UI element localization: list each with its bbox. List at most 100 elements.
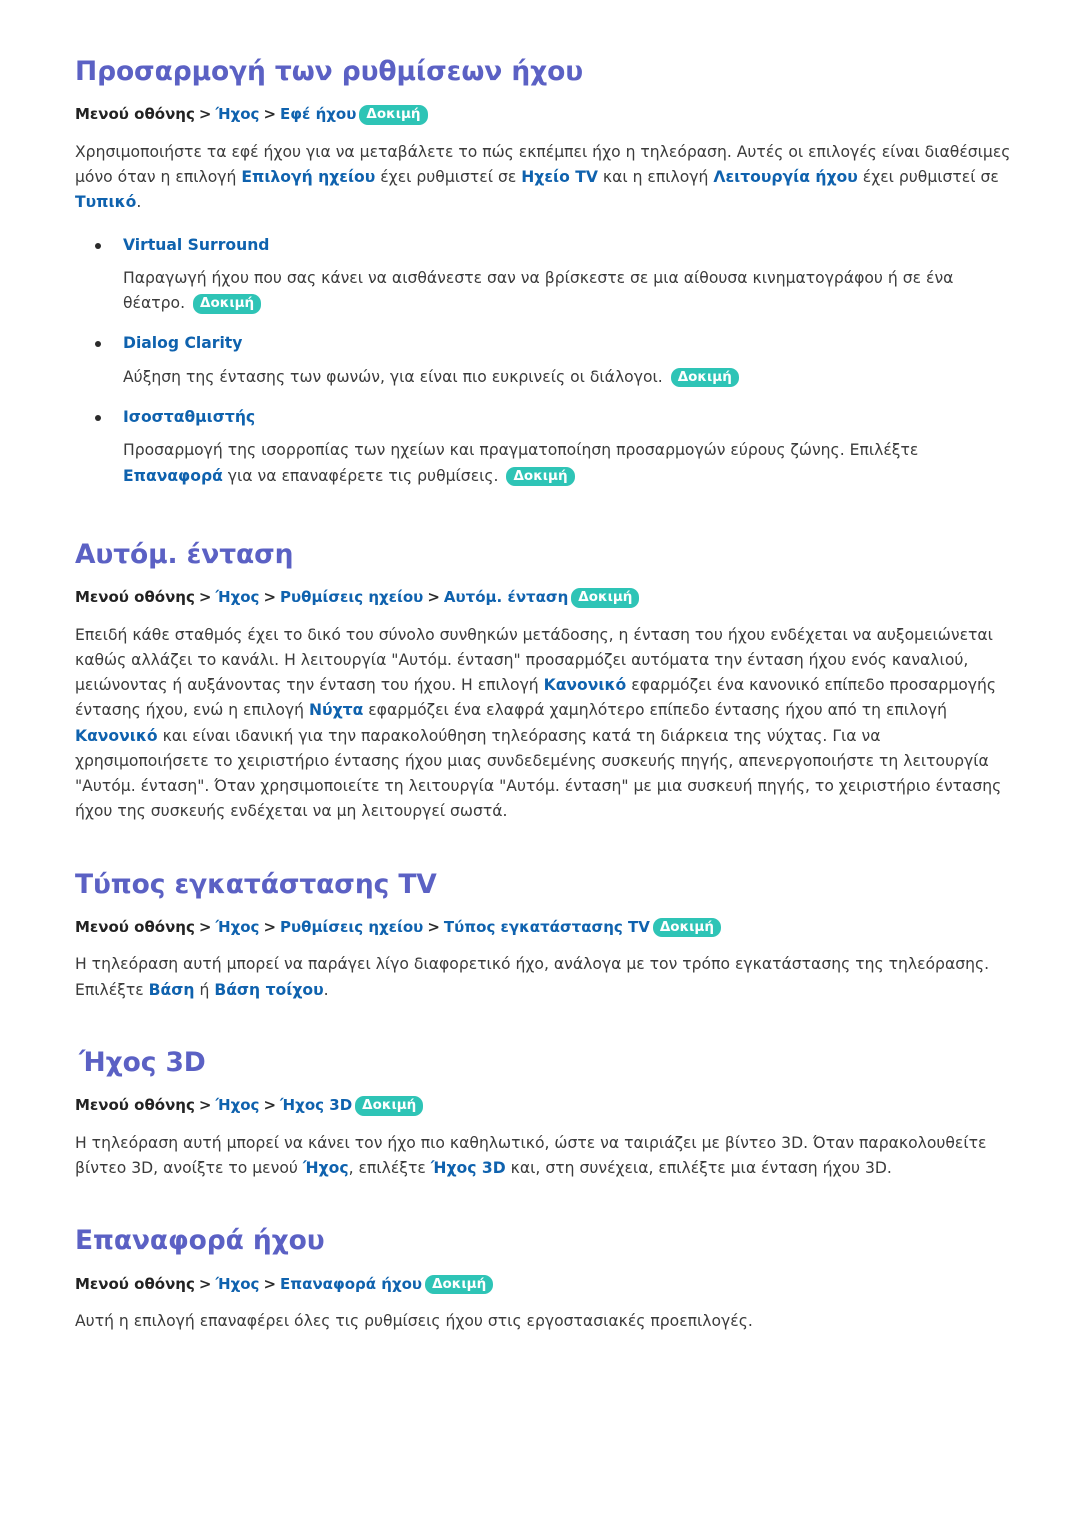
link-normal[interactable]: Κανονικό xyxy=(544,676,627,694)
bullet-label-dialog-clarity[interactable]: Dialog Clarity xyxy=(75,332,1018,355)
bullet-description: Αύξηση της έντασης των φωνών, για είναι … xyxy=(75,365,1018,390)
bullet-label-virtual-surround[interactable]: Virtual Surround xyxy=(75,234,1018,257)
try-now-badge[interactable]: Δοκιμή xyxy=(193,294,262,314)
bullet-label-text: Virtual Surround xyxy=(123,235,270,254)
bullet-dot-icon xyxy=(95,341,101,348)
try-now-badge[interactable]: Δοκιμή xyxy=(652,917,721,938)
page-title: Προσαρμογή των ρυθμίσεων ήχου xyxy=(75,56,583,87)
breadcrumb-separator-icon: > xyxy=(263,917,277,936)
breadcrumb-separator-icon: > xyxy=(263,105,277,124)
intro-paragraph: Χρησιμοποιήστε τα εφέ ήχου για να μεταβά… xyxy=(75,140,1018,216)
intro-text-3: και η επιλογή xyxy=(597,168,714,187)
breadcrumb-separator-icon: > xyxy=(198,1096,212,1115)
link-wall-mount[interactable]: Βάση τοίχου xyxy=(214,981,323,999)
bullet-dot-icon xyxy=(95,242,101,249)
body-text-1: Αυτή η επιλογή επαναφέρει όλες τις ρυθμί… xyxy=(75,1312,753,1330)
breadcrumb-sound-3d: Μενού οθόνης > Ήχος > Ήχος 3D Δοκιμή xyxy=(75,1094,1018,1117)
auto-volume-paragraph: Επειδή κάθε σταθμός έχει το δικό του σύν… xyxy=(75,623,1018,825)
bullet-description-text: Αύξηση της έντασης των φωνών, για είναι … xyxy=(123,367,668,386)
sound-effect-list: Virtual Surround Παραγωγή ήχου που σας κ… xyxy=(75,234,1018,489)
link-reset[interactable]: Επαναφορά xyxy=(123,467,223,485)
intro-text-4: έχει ρυθμιστεί σε xyxy=(857,168,999,187)
breadcrumb-root: Μενού οθόνης xyxy=(75,588,195,607)
breadcrumb-root: Μενού οθόνης xyxy=(75,105,195,124)
link-speaker-select[interactable]: Επιλογή ηχείου xyxy=(241,168,375,186)
link-tv-speaker[interactable]: Ηχείο TV xyxy=(521,168,598,186)
breadcrumb-separator-icon: > xyxy=(263,1274,277,1293)
section-auto-volume: Αυτόμ. ένταση Μενού οθόνης > Ήχος > Ρυθμίσει… xyxy=(75,539,1018,825)
link-stand[interactable]: Βάση xyxy=(149,981,195,999)
section-title-auto-volume: Αυτόμ. ένταση xyxy=(75,538,294,570)
link-sound-3d[interactable]: Ήχος 3D xyxy=(431,1159,506,1177)
sound-3d-paragraph: Η τηλεόραση αυτή μπορεί να κάνει τον ήχο… xyxy=(75,1131,1018,1182)
document-page: Προσαρμογή των ρυθμίσεων ήχου Μενού οθόν… xyxy=(0,0,1080,1527)
breadcrumb-auto-volume: Μενού οθόνης > Ήχος > Ρυθμίσεις ηχείου > Αυτόμ… xyxy=(75,586,1018,609)
link-sound-mode[interactable]: Λειτουργία ήχου xyxy=(713,168,857,186)
breadcrumb-item-sound[interactable]: Ήχος xyxy=(215,588,259,606)
bullet-label-equalizer[interactable]: Ισοσταθμιστής xyxy=(75,406,1018,429)
breadcrumb-separator-icon: > xyxy=(198,588,212,607)
breadcrumb-tv-install-type: Μενού οθόνης > Ήχος > Ρυθμίσεις ηχείου > Τύπος… xyxy=(75,916,1018,939)
breadcrumb-item-speaker-settings[interactable]: Ρυθμίσεις ηχείου xyxy=(280,588,423,606)
breadcrumb-separator-icon: > xyxy=(263,1096,277,1115)
section-title-tv-install-type: Τύπος εγκατάστασης TV xyxy=(75,868,437,900)
try-now-badge[interactable]: Δοκιμή xyxy=(425,1274,494,1294)
breadcrumb-separator-icon: > xyxy=(198,1274,212,1293)
link-sound-menu[interactable]: Ήχος xyxy=(303,1159,349,1177)
breadcrumb-item-sound-effect[interactable]: Εφέ ήχου xyxy=(280,105,356,123)
list-item: Ισοσταθμιστής Προσαρμογή της ισορροπίας … xyxy=(75,406,1018,489)
bullet-label-text: Dialog Clarity xyxy=(123,334,243,353)
section-sound-3d: Ήχος 3D Μενού οθόνης > Ήχος > Ήχος 3D Δοκιμή … xyxy=(75,1047,1018,1181)
body-text-4: και είναι ιδανική για την παρακολούθηση … xyxy=(75,726,1002,821)
breadcrumb-item-sound-reset[interactable]: Επαναφορά ήχου xyxy=(280,1275,422,1293)
breadcrumb-root: Μενού οθόνης xyxy=(75,1274,195,1293)
intro-text-5: . xyxy=(136,193,142,212)
sound-reset-paragraph: Αυτή η επιλογή επαναφέρει όλες τις ρυθμί… xyxy=(75,1309,1018,1334)
bullet-description: Προσαρμογή της ισορροπίας των ηχείων και… xyxy=(75,438,1018,489)
section-title-sound-reset: Επαναφορά ήχου xyxy=(75,1225,325,1257)
link-normal-2[interactable]: Κανονικό xyxy=(75,727,158,745)
body-text-3: . xyxy=(323,980,329,999)
breadcrumb-separator-icon: > xyxy=(198,917,212,936)
list-item: Virtual Surround Παραγωγή ήχου που σας κ… xyxy=(75,234,1018,317)
try-now-badge[interactable]: Δοκιμή xyxy=(355,1096,424,1116)
breadcrumb-separator-icon: > xyxy=(263,588,277,607)
section-tv-install-type: Τύπος εγκατάστασης TV Μενού οθόνης > Ήχος >… xyxy=(75,869,1018,1003)
bullet-description: Παραγωγή ήχου που σας κάνει να αισθάνεστ… xyxy=(75,266,1018,317)
breadcrumb-item-sound[interactable]: Ήχος xyxy=(215,918,259,936)
breadcrumb-root: Μενού οθόνης xyxy=(75,917,195,936)
breadcrumb-item-speaker-settings[interactable]: Ρυθμίσεις ηχείου xyxy=(280,918,423,936)
try-now-badge[interactable]: Δοκιμή xyxy=(571,588,640,608)
link-standard[interactable]: Τυπικό xyxy=(75,193,136,211)
breadcrumb-separator-icon: > xyxy=(198,105,212,124)
breadcrumb-sound-reset: Μενού οθόνης > Ήχος > Επαναφορά ήχου Δοκιμή xyxy=(75,1273,1018,1296)
section-sound-settings: Προσαρμογή των ρυθμίσεων ήχου Μενού οθόν… xyxy=(75,56,1018,489)
page-content: Προσαρμογή των ρυθμίσεων ήχου Μενού οθόν… xyxy=(0,0,1080,1334)
breadcrumb-root: Μενού οθόνης xyxy=(75,1096,195,1115)
try-now-badge[interactable]: Δοκιμή xyxy=(506,466,575,487)
body-text-2: ή xyxy=(194,980,215,999)
breadcrumb-separator-icon: > xyxy=(427,917,440,936)
try-now-badge[interactable]: Δοκιμή xyxy=(359,105,428,125)
intro-text-2: έχει ρυθμιστεί σε xyxy=(375,168,522,187)
body-text-2: , επιλέξτε xyxy=(348,1158,431,1177)
breadcrumb-item-sound[interactable]: Ήχος xyxy=(215,1275,259,1293)
breadcrumb-sound-settings: Μενού οθόνης > Ήχος > Εφέ ήχου Δοκιμή xyxy=(75,103,1018,126)
breadcrumb-item-tv-install-type[interactable]: Τύπος εγκατάστασης TV xyxy=(444,918,650,936)
section-title-sound-3d: Ήχος 3D xyxy=(79,1046,206,1078)
link-night[interactable]: Νύχτα xyxy=(309,701,363,719)
breadcrumb-item-sound[interactable]: Ήχος xyxy=(215,1096,259,1114)
bullet-description-text-after: για να επαναφέρετε τις ρυθμίσεις. xyxy=(222,466,504,485)
bullet-description-text: Προσαρμογή της ισορροπίας των ηχείων και… xyxy=(123,441,919,460)
try-now-badge[interactable]: Δοκιμή xyxy=(670,367,739,388)
section-sound-reset: Επαναφορά ήχου Μενού οθόνης > Ήχος > Επαναφο… xyxy=(75,1225,1018,1334)
body-text-3: και, στη συνέχεια, επιλέξτε μια ένταση ή… xyxy=(505,1158,892,1177)
breadcrumb-separator-icon: > xyxy=(427,588,440,607)
tv-install-type-paragraph: Η τηλεόραση αυτή μπορεί να παράγει λίγο … xyxy=(75,952,1018,1003)
bullet-dot-icon xyxy=(95,415,101,422)
breadcrumb-item-auto-volume[interactable]: Αυτόμ. ένταση xyxy=(444,588,568,606)
breadcrumb-item-sound-3d[interactable]: Ήχος 3D xyxy=(280,1096,352,1114)
list-item: Dialog Clarity Αύξηση της έντασης των φω… xyxy=(75,332,1018,390)
breadcrumb-item-sound[interactable]: Ήχος xyxy=(215,105,259,123)
body-text-3: εφαρμόζει ένα ελαφρά χαμηλότερο επίπεδο … xyxy=(363,701,947,720)
